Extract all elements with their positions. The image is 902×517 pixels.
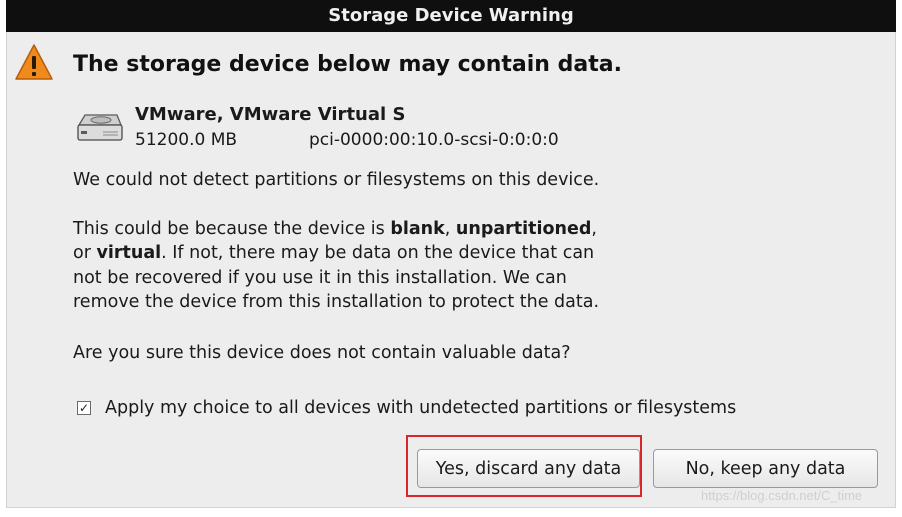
warning-icon [15, 44, 53, 80]
watermark: https://blog.csdn.net/C_time [701, 488, 863, 503]
explanation-text: This could be because the device is blan… [73, 217, 599, 314]
discard-data-button[interactable]: Yes, discard any data [417, 449, 640, 488]
unpartitioned-keyword: unpartitioned [455, 219, 592, 239]
storage-warning-dialog: The storage device below may contain dat… [6, 32, 896, 508]
explanation-line2-text: . If not, there may be data on the devic… [161, 243, 595, 264]
no-partitions-text: We could not detect partitions or filesy… [73, 170, 600, 190]
comma-text: , [444, 219, 456, 239]
hard-disk-icon [77, 114, 123, 141]
virtual-keyword: virtual [96, 243, 162, 264]
dialog-heading: The storage device below may contain dat… [73, 52, 622, 77]
confirmation-question: Are you sure this device does not contai… [73, 343, 571, 363]
explanation-line2-start: or [73, 243, 97, 264]
explanation-line1-text: This could be because the device is [73, 219, 391, 239]
blank-keyword: blank [390, 219, 445, 239]
explanation-line3-text: not be recovered if you use it in this i… [73, 267, 567, 288]
window-title: Storage Device Warning [6, 0, 896, 32]
device-size: 51200.0 MB [135, 130, 238, 150]
device-name: VMware, VMware Virtual S [135, 104, 406, 125]
apply-all-checkbox[interactable]: ✓ [77, 401, 91, 415]
apply-all-label[interactable]: Apply my choice to all devices with unde… [105, 398, 736, 418]
explanation-line4-text: remove the device from this installation… [73, 291, 600, 312]
line1-end-text: , [591, 219, 597, 239]
keep-data-button[interactable]: No, keep any data [653, 449, 878, 488]
device-path: pci-0000:00:10.0-scsi-0:0:0:0 [309, 130, 559, 150]
